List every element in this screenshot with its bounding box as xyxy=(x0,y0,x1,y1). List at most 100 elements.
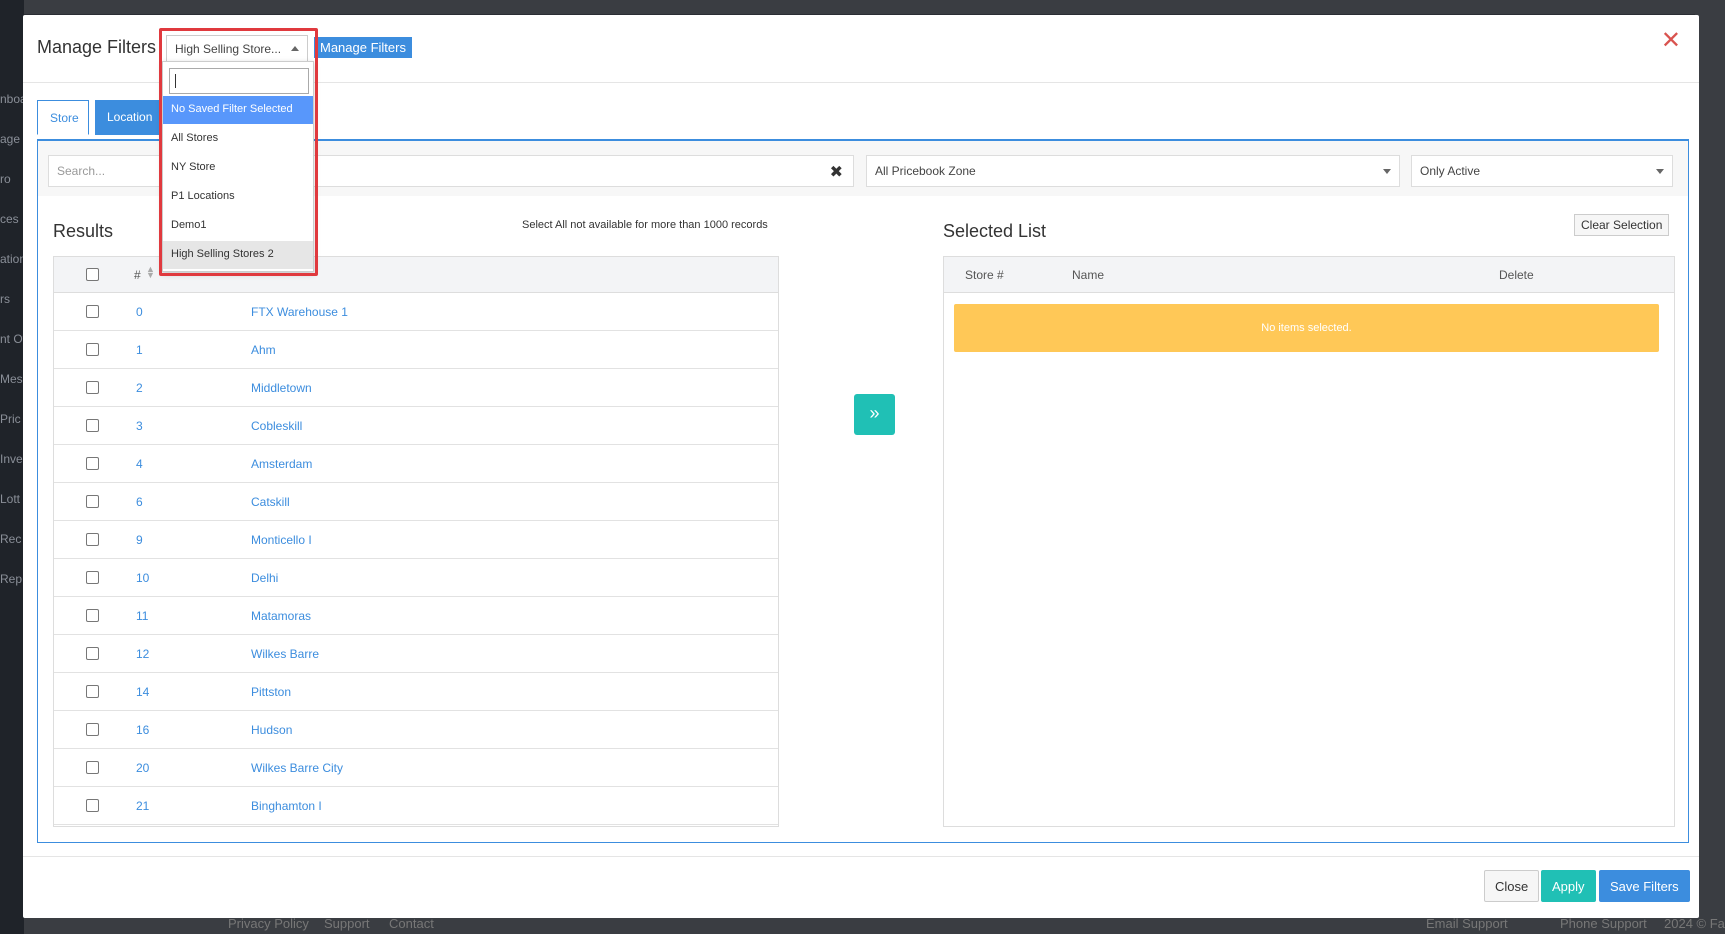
row-store-number[interactable]: 11 xyxy=(136,609,148,623)
table-row: 9 Monticello I xyxy=(54,521,778,559)
row-store-name[interactable]: Middletown xyxy=(251,381,312,395)
row-store-number[interactable]: 1 xyxy=(136,343,143,357)
search-placeholder: Search... xyxy=(57,164,106,178)
row-store-number[interactable]: 16 xyxy=(136,723,149,737)
clear-selection-button[interactable]: Clear Selection xyxy=(1574,214,1670,236)
bg-nav-fragment: Mes xyxy=(0,372,23,386)
row-checkbox[interactable] xyxy=(86,457,99,470)
row-store-name[interactable]: Matamoras xyxy=(251,609,311,623)
row-store-number[interactable]: 20 xyxy=(136,761,149,775)
column-store-number: Store # xyxy=(965,268,1004,282)
row-store-name[interactable]: Hudson xyxy=(251,723,292,737)
bg-nav-fragment: ces xyxy=(0,212,19,226)
bg-nav-fragment: age xyxy=(0,132,21,146)
bg-footer-link: Privacy Policy xyxy=(228,916,309,931)
row-checkbox[interactable] xyxy=(86,419,99,432)
table-row: 6 Catskill xyxy=(54,483,778,521)
highlight-annotation-box xyxy=(159,28,318,276)
clear-search-icon[interactable]: ✖ xyxy=(830,162,843,182)
background-sidebar: nboa age ro ces ation rs nt Of Mes Pric … xyxy=(0,0,27,934)
close-icon[interactable]: ✕ xyxy=(1661,29,1681,53)
column-delete: Delete xyxy=(1499,268,1534,282)
row-checkbox[interactable] xyxy=(86,343,99,356)
selected-list-title: Selected List xyxy=(943,221,1047,241)
results-note: Select All not available for more than 1… xyxy=(522,219,768,231)
row-store-name[interactable]: Wilkes Barre xyxy=(251,647,319,661)
bg-footer-link: 2024 © Fa xyxy=(1664,916,1725,931)
row-store-name[interactable]: Amsterdam xyxy=(251,457,312,471)
row-store-number[interactable]: 21 xyxy=(136,799,149,813)
bg-nav-fragment: Pric xyxy=(0,412,21,426)
row-checkbox[interactable] xyxy=(86,305,99,318)
bg-nav-fragment: ro xyxy=(0,172,11,186)
caret-down-icon xyxy=(1656,169,1664,174)
table-row: 2 Middletown xyxy=(54,369,778,407)
bg-nav-fragment: Rep xyxy=(0,572,23,586)
row-store-name[interactable]: Catskill xyxy=(251,495,290,509)
pricebook-zone-value: All Pricebook Zone xyxy=(875,164,976,178)
row-checkbox[interactable] xyxy=(86,761,99,774)
status-value: Only Active xyxy=(1420,164,1481,178)
caret-down-icon xyxy=(1383,169,1391,174)
row-store-name[interactable]: Monticello I xyxy=(251,533,312,547)
row-checkbox[interactable] xyxy=(86,533,99,546)
move-selected-button[interactable]: » xyxy=(854,394,895,435)
apply-button[interactable]: Apply xyxy=(1541,870,1596,902)
row-store-number[interactable]: 6 xyxy=(136,495,143,509)
pricebook-zone-select[interactable]: All Pricebook Zone xyxy=(866,155,1400,187)
row-store-number[interactable]: 2 xyxy=(136,381,143,395)
modal-title: Manage Filters xyxy=(37,37,157,57)
results-table: # ▲ ▼ 0 FTX Warehouse 1 1 Ahm 2 Middletown 3 Cob… xyxy=(53,256,779,827)
table-row: 14 Pittston xyxy=(54,673,778,711)
results-title: Results xyxy=(53,221,114,241)
row-store-number[interactable]: 3 xyxy=(136,419,143,433)
row-checkbox[interactable] xyxy=(86,571,99,584)
row-store-number[interactable]: 12 xyxy=(136,647,149,661)
row-checkbox[interactable] xyxy=(86,609,99,622)
table-row: 1 Ahm xyxy=(54,331,778,369)
row-store-name[interactable]: Ahm xyxy=(251,343,276,357)
status-select[interactable]: Only Active xyxy=(1411,155,1673,187)
bg-nav-fragment: Lott xyxy=(0,492,21,506)
row-checkbox[interactable] xyxy=(86,723,99,736)
background-right-edge xyxy=(1695,14,1725,914)
select-all-checkbox[interactable] xyxy=(86,268,99,281)
column-number[interactable]: # xyxy=(134,268,141,282)
background-topbar xyxy=(24,0,1725,14)
manage-filters-button[interactable]: Manage Filters xyxy=(314,37,412,58)
row-checkbox[interactable] xyxy=(86,381,99,394)
row-store-name[interactable]: Delhi xyxy=(251,571,278,585)
row-checkbox[interactable] xyxy=(86,495,99,508)
sort-icon[interactable]: ▲ ▼ xyxy=(146,265,155,280)
save-filters-button[interactable]: Save Filters xyxy=(1599,870,1690,902)
row-store-number[interactable]: 10 xyxy=(136,571,149,585)
modal-footer: Close Apply Save Filters xyxy=(23,856,1699,918)
bg-footer-link: Email Support xyxy=(1426,916,1508,931)
row-store-number[interactable]: 14 xyxy=(136,685,149,699)
table-row: 3 Cobleskill xyxy=(54,407,778,445)
table-row: 0 FTX Warehouse 1 xyxy=(54,293,778,331)
results-rows: 0 FTX Warehouse 1 1 Ahm 2 Middletown 3 Cobleski… xyxy=(54,293,778,825)
table-row: 4 Amsterdam xyxy=(54,445,778,483)
row-checkbox[interactable] xyxy=(86,647,99,660)
row-store-name[interactable]: Pittston xyxy=(251,685,291,699)
bg-footer-link: Phone Support xyxy=(1560,916,1647,931)
table-row: 16 Hudson xyxy=(54,711,778,749)
table-row: 11 Matamoras xyxy=(54,597,778,635)
row-store-number[interactable]: 4 xyxy=(136,457,143,471)
row-store-number[interactable]: 0 xyxy=(136,305,143,319)
row-checkbox[interactable] xyxy=(86,685,99,698)
table-row: 21 Binghamton I xyxy=(54,787,778,825)
close-button[interactable]: Close xyxy=(1484,870,1540,902)
column-name: Name xyxy=(1072,268,1105,282)
tab-store[interactable]: Store xyxy=(37,100,89,135)
row-store-number[interactable]: 9 xyxy=(136,533,143,547)
row-store-name[interactable]: Cobleskill xyxy=(251,419,302,433)
row-store-name[interactable]: FTX Warehouse 1 xyxy=(251,305,348,319)
bg-nav-fragment: Rec xyxy=(0,532,22,546)
selected-table-header: Store # Name Delete xyxy=(944,257,1674,293)
row-store-name[interactable]: Wilkes Barre City xyxy=(251,761,343,775)
row-checkbox[interactable] xyxy=(86,799,99,812)
row-store-name[interactable]: Binghamton I xyxy=(251,799,322,813)
selected-table: Store # Name Delete No items selected. xyxy=(943,256,1675,827)
